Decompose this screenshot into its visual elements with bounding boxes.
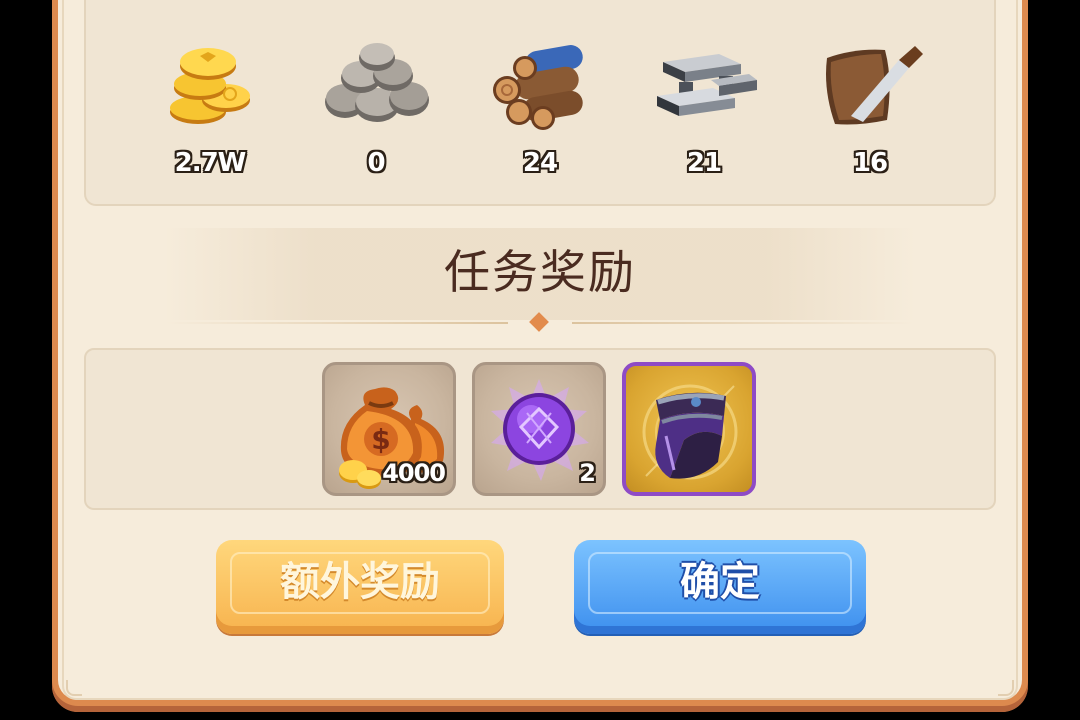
svg-text:$: $ [371,423,390,456]
resource-leather: 16 [810,40,930,178]
leather-knife-icon [826,46,923,125]
resource-stone: 0 [316,40,436,178]
stone-icon [325,43,429,122]
wood-value: 24 [522,148,558,178]
iron-value: 21 [686,148,722,178]
wood-icon [493,45,583,130]
leather-value: 16 [852,148,888,178]
stone-value: 0 [367,148,385,178]
divider-line [166,322,508,324]
resource-iron: 21 [644,40,764,178]
extra-reward-label: 额外奖励 [280,559,440,605]
reward-slot-purple-bracer[interactable] [622,362,756,496]
reward-slot-purple-orb[interactable]: 2 [472,362,606,496]
section-title: 任务奖励 [444,245,636,299]
reward-count: 4000 [382,459,446,487]
divider-line [572,322,914,324]
resource-wood: 24 [480,40,600,178]
gold-coins-icon [170,48,250,124]
purple-bracer-icon [642,384,738,480]
corner-ornament [998,680,1014,696]
reward-slot-money-bag[interactable]: $ 4000 [322,362,456,496]
confirm-button[interactable]: 确定 [574,540,866,634]
resource-gold: 2.7W [150,40,270,178]
confirm-label: 确定 [680,559,760,605]
corner-ornament [66,680,82,696]
gold-value: 2.7W [174,148,247,178]
reward-count: 2 [579,459,596,487]
iron-ingot-icon [657,54,757,116]
extra-reward-button[interactable]: 额外奖励 [216,540,504,634]
